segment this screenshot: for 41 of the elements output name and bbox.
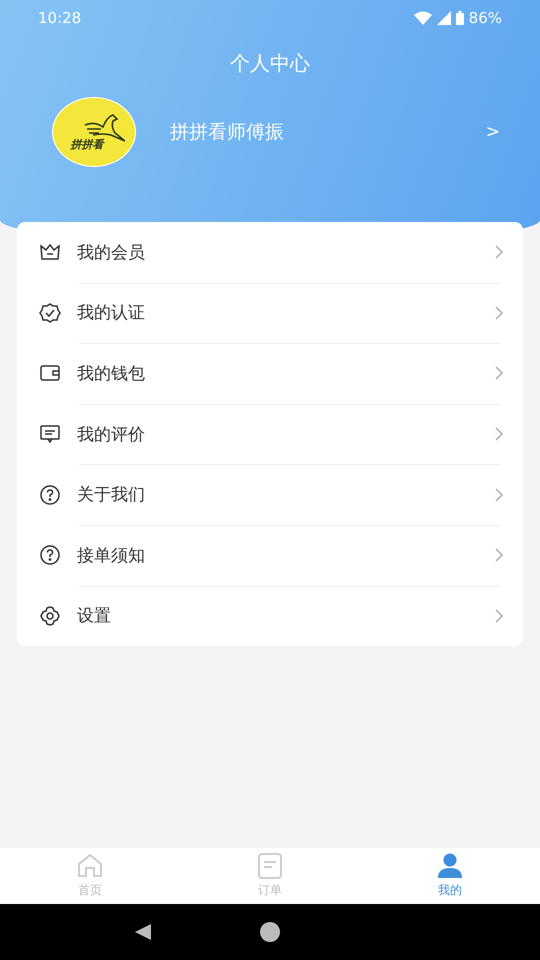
menu-item[interactable]: 接单须知 bbox=[17, 524, 523, 586]
chevron-right-icon bbox=[495, 488, 503, 502]
settings-icon bbox=[39, 604, 61, 627]
menu-item[interactable]: 我的会员 bbox=[17, 222, 523, 283]
document-icon bbox=[255, 853, 285, 879]
signal-icon bbox=[436, 11, 451, 25]
user-name: 拼拼看师傅振 bbox=[170, 120, 285, 145]
message-icon bbox=[39, 423, 61, 446]
menu-label: 我的会员 bbox=[77, 242, 146, 264]
menu-item[interactable]: 设置 bbox=[17, 586, 523, 646]
avatar-logo-text: 拼拼看 bbox=[70, 136, 104, 152]
menu-label: 我的评价 bbox=[77, 424, 146, 446]
menu-item[interactable]: 我的钱包 bbox=[17, 343, 523, 404]
chevron-right-icon bbox=[495, 306, 503, 320]
chevron-right-icon bbox=[495, 245, 503, 260]
chevron-right-icon bbox=[495, 427, 503, 442]
menu-item[interactable]: 关于我们 bbox=[17, 464, 523, 525]
help-icon bbox=[39, 484, 61, 506]
menu-item[interactable]: 我的评价 bbox=[17, 404, 523, 464]
status-time: 10:28 bbox=[38, 9, 82, 27]
help-icon bbox=[39, 544, 61, 566]
avatar[interactable]: 拼拼看 bbox=[52, 97, 136, 167]
chevron-right-icon bbox=[495, 548, 503, 562]
battery-icon bbox=[456, 11, 464, 25]
tab-item[interactable]: 我的 bbox=[360, 848, 540, 904]
chevron-right-icon bbox=[495, 608, 503, 623]
person-icon bbox=[435, 853, 465, 879]
menu-label: 接单须知 bbox=[77, 544, 146, 567]
badge-check-icon bbox=[39, 302, 61, 324]
battery-level: 86% bbox=[468, 9, 502, 27]
page-title: 个人中心 bbox=[229, 50, 311, 77]
menu-label: 关于我们 bbox=[77, 484, 146, 506]
home-icon bbox=[75, 853, 105, 879]
home-button-icon[interactable] bbox=[260, 922, 280, 942]
menu-item[interactable]: 我的认证 bbox=[17, 282, 523, 344]
menu-label: 我的钱包 bbox=[77, 362, 146, 385]
wifi-icon bbox=[414, 11, 432, 25]
chevron-right-icon bbox=[495, 366, 503, 380]
menu-label: 我的认证 bbox=[77, 302, 146, 324]
back-icon[interactable] bbox=[133, 922, 154, 942]
menu-label: 设置 bbox=[77, 605, 112, 628]
